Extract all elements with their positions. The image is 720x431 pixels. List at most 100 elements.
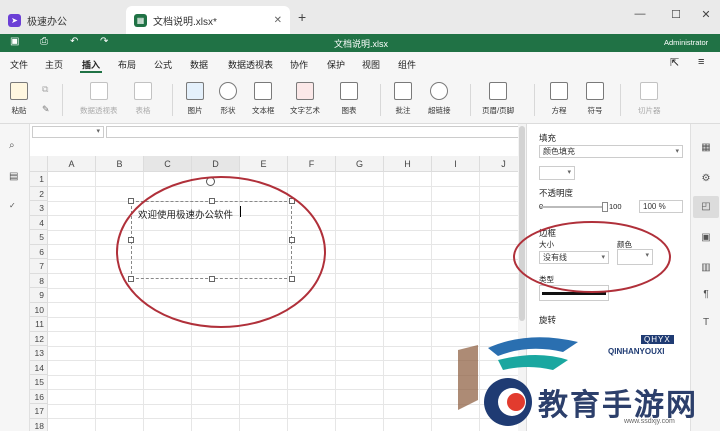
comment-button[interactable]: 批注	[394, 82, 412, 116]
name-box[interactable]: ▾	[32, 126, 104, 138]
column-header[interactable]: F	[288, 156, 336, 172]
row-header[interactable]: 3	[30, 201, 48, 216]
shape-button[interactable]: 形状	[219, 82, 237, 116]
resize-handle[interactable]	[289, 237, 295, 243]
resize-handle[interactable]	[128, 237, 134, 243]
tab-document[interactable]: ▦ 文档说明.xlsx* ✕	[126, 6, 290, 34]
row-header[interactable]: 13	[30, 346, 48, 361]
resize-handle[interactable]	[289, 276, 295, 282]
menu-protect[interactable]: 保护	[327, 58, 345, 71]
comment-icon[interactable]: ▤	[9, 171, 21, 183]
open-location-icon[interactable]: ⇱	[670, 56, 679, 69]
hyperlink-button[interactable]: 超链接	[428, 82, 451, 116]
slicer-button[interactable]: 切片器	[638, 82, 661, 116]
header-footer-button[interactable]: 页眉/页脚	[482, 82, 514, 116]
settings-icon[interactable]: ⚙	[700, 173, 712, 185]
menu-insert[interactable]: 插入	[82, 58, 100, 71]
row-header[interactable]: 15	[30, 375, 48, 390]
menu-pivot-table[interactable]: 数据透视表	[228, 58, 273, 71]
save-icon[interactable]: ▣	[10, 36, 19, 47]
menu-collaborate[interactable]: 协作	[290, 58, 308, 71]
redo-icon[interactable]: ↷	[100, 36, 108, 47]
text-art-icon[interactable]: T	[700, 317, 712, 329]
minimize-button[interactable]: —	[630, 8, 650, 20]
column-header[interactable]: I	[432, 156, 480, 172]
opacity-input[interactable]: 100 %	[639, 200, 683, 213]
row-header[interactable]: 6	[30, 244, 48, 259]
search-icon[interactable]: ⌕	[9, 140, 21, 152]
border-size-select[interactable]: 没有线 ▾	[539, 251, 609, 264]
row-header[interactable]: 18	[30, 418, 48, 431]
text-box[interactable]: 欢迎使用极速办公软件	[128, 198, 295, 282]
row-header[interactable]: 14	[30, 360, 48, 375]
rotate-handle[interactable]	[206, 177, 215, 186]
menu-formula[interactable]: 公式	[154, 58, 172, 71]
close-tab-icon[interactable]: ✕	[274, 15, 282, 26]
resize-handle[interactable]	[128, 276, 134, 282]
column-header[interactable]: D	[192, 156, 240, 172]
format-painter-icon[interactable]: ✎	[42, 104, 50, 115]
spreadsheet-grid[interactable]: ABCDEFGHIJ 1 2 3 4 5 6 7 8 9 10 11 12 13 14 15 16 17 18 欢…	[30, 156, 526, 431]
table-button[interactable]: 表格	[134, 82, 152, 116]
symbol-button[interactable]: 符号	[586, 82, 604, 116]
scrollbar-thumb[interactable]	[519, 126, 525, 321]
column-header[interactable]: A	[48, 156, 96, 172]
column-header[interactable]: B	[96, 156, 144, 172]
row-header[interactable]: 17	[30, 404, 48, 419]
maximize-button[interactable]: ☐	[666, 8, 686, 21]
spell-check-icon[interactable]: ✓	[9, 201, 21, 213]
menu-file[interactable]: 文件	[10, 58, 28, 71]
chart-settings-icon[interactable]: ▥	[700, 262, 712, 274]
row-header[interactable]: 7	[30, 259, 48, 274]
paste-button[interactable]: 粘贴	[10, 82, 28, 116]
new-tab-button[interactable]: +	[298, 9, 306, 25]
resize-handle[interactable]	[289, 198, 295, 204]
textbox-button[interactable]: 文本框	[252, 82, 275, 116]
formula-input[interactable]	[106, 126, 526, 138]
fill-color-picker[interactable]: ▾	[539, 166, 575, 180]
image-settings-icon[interactable]: ▣	[700, 232, 712, 244]
resize-handle[interactable]	[209, 198, 215, 204]
row-header[interactable]: 9	[30, 288, 48, 303]
text-art-button[interactable]: 文字艺术	[290, 82, 320, 116]
row-header[interactable]: 16	[30, 389, 48, 404]
hamburger-menu-icon[interactable]: ≡	[698, 56, 704, 68]
close-window-button[interactable]: ✕	[696, 8, 716, 21]
shape-settings-icon[interactable]: ◰	[693, 196, 719, 218]
print-icon[interactable]: ⎙	[40, 36, 48, 47]
row-header[interactable]: 5	[30, 230, 48, 245]
slider-thumb[interactable]	[602, 202, 608, 212]
row-header[interactable]: 8	[30, 273, 48, 288]
row-header[interactable]: 12	[30, 331, 48, 346]
menu-layout[interactable]: 布局	[118, 58, 136, 71]
resize-handle[interactable]	[128, 198, 134, 204]
row-header[interactable]: 11	[30, 317, 48, 332]
undo-icon[interactable]: ↶	[70, 36, 78, 47]
cell-settings-icon[interactable]: ▦	[700, 142, 712, 154]
row-header[interactable]: 1	[30, 172, 48, 187]
text-box-content[interactable]: 欢迎使用极速办公软件	[138, 207, 233, 221]
menu-home[interactable]: 主页	[45, 58, 63, 71]
image-button[interactable]: 图片	[186, 82, 204, 116]
row-header[interactable]: 2	[30, 186, 48, 201]
equation-button[interactable]: 方程	[550, 82, 568, 116]
menu-view[interactable]: 视图	[362, 58, 380, 71]
column-header[interactable]: C	[144, 156, 192, 172]
row-header[interactable]: 10	[30, 302, 48, 317]
tab-home[interactable]: ➤ 极速办公	[0, 6, 124, 34]
border-color-picker[interactable]: ▾	[617, 249, 653, 265]
column-header[interactable]: H	[384, 156, 432, 172]
fill-type-select[interactable]: 颜色填充 ▾	[539, 145, 683, 158]
select-all-corner[interactable]	[30, 156, 48, 172]
copy-icon[interactable]: ⧉	[42, 84, 48, 95]
chart-button[interactable]: 图表	[340, 82, 358, 116]
column-header[interactable]: G	[336, 156, 384, 172]
column-header[interactable]: E	[240, 156, 288, 172]
menu-components[interactable]: 组件	[398, 58, 416, 71]
row-header[interactable]: 4	[30, 215, 48, 230]
opacity-slider[interactable]	[540, 202, 608, 212]
resize-handle[interactable]	[209, 276, 215, 282]
menu-data[interactable]: 数据	[190, 58, 208, 71]
pivot-table-button[interactable]: 数据透视表	[80, 82, 118, 116]
paragraph-icon[interactable]: ¶	[700, 289, 712, 301]
